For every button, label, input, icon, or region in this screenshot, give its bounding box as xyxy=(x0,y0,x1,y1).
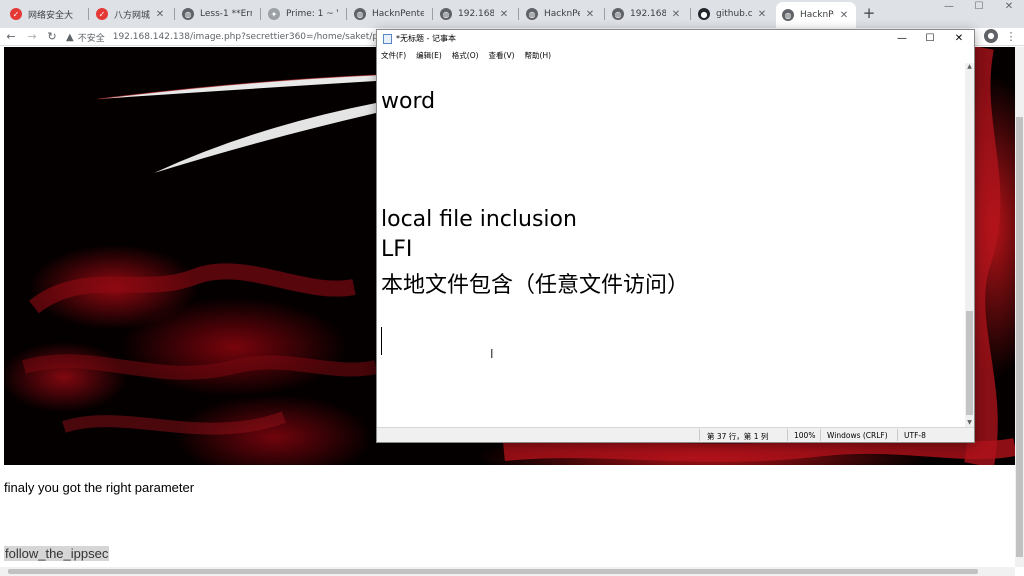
text-line: word xyxy=(381,89,436,114)
notepad-menubar: 文件(F) 编辑(E) 格式(O) 查看(V) 帮助(H) xyxy=(377,48,974,62)
scroll-thumb[interactable] xyxy=(8,569,978,574)
browser-close-button[interactable]: ✕ xyxy=(994,0,1024,14)
cursor-position: 第 37 行，第 1 列 xyxy=(707,432,769,441)
tab-title: HacknPente xyxy=(544,9,580,19)
menu-view[interactable]: 查看(V) xyxy=(489,50,515,61)
encoding: UTF-8 xyxy=(904,431,926,440)
text-caret xyxy=(381,327,382,355)
text-line: LFI xyxy=(381,237,413,262)
security-label[interactable]: 不安全 xyxy=(78,31,105,44)
menu-help[interactable]: 帮助(H) xyxy=(525,50,552,61)
notepad-window: *无标题 - 记事本 — ☐ ✕ 文件(F) 编辑(E) 格式(O) 查看(V)… xyxy=(376,29,975,443)
reload-button[interactable]: ↻ xyxy=(44,29,60,45)
menu-edit[interactable]: 编辑(E) xyxy=(416,50,442,61)
text-line: 本地文件包含（任意文件访问） xyxy=(381,273,690,298)
tab-title: 网络安全大 xyxy=(28,10,74,21)
globe-icon: ◍ xyxy=(612,8,624,20)
back-button[interactable]: ← xyxy=(3,29,19,45)
menu-format[interactable]: 格式(O) xyxy=(452,50,479,61)
url-text[interactable]: 192.168.142.138/image.php?secrettier360=… xyxy=(113,32,378,42)
tab-title: HacknPente xyxy=(372,9,424,19)
warning-icon[interactable]: ▲ xyxy=(66,32,74,43)
shield-icon: ✓ xyxy=(10,8,22,20)
close-icon[interactable]: ✕ xyxy=(498,9,510,20)
tab-9-active[interactable]: ◍ HacknPente ✕ xyxy=(776,2,856,28)
tab-title: HacknPente xyxy=(800,10,834,20)
profile-avatar[interactable]: ● xyxy=(984,29,998,43)
notepad-text-area[interactable]: word local file inclusion LFI 本地文件包含（任意文… xyxy=(377,63,965,427)
tab-3[interactable]: ✦ Prime: 1 ~ V xyxy=(262,2,344,26)
tab-title: 192.168.142 xyxy=(458,9,494,19)
notepad-maximize-button[interactable]: ☐ xyxy=(915,30,945,47)
close-icon[interactable]: ✕ xyxy=(756,9,768,20)
notepad-vertical-scrollbar[interactable]: ▲ ▼ xyxy=(965,63,974,427)
browser-menu-button[interactable]: ⋮ xyxy=(1004,28,1018,46)
page-vertical-scrollbar[interactable] xyxy=(1015,47,1024,567)
globe-icon: ◍ xyxy=(182,8,194,20)
close-icon[interactable]: ✕ xyxy=(584,9,596,20)
scroll-thumb[interactable] xyxy=(966,311,973,415)
globe-icon: ◍ xyxy=(526,8,538,20)
close-icon[interactable]: ✕ xyxy=(154,9,166,20)
ibeam-cursor-icon: I xyxy=(490,347,494,361)
globe-icon: ◍ xyxy=(354,8,366,20)
tab-1[interactable]: ✓ 八方网城 ✕ xyxy=(90,2,172,26)
highlighted-hint: follow_the_ippsec xyxy=(4,546,110,561)
tab-8[interactable]: ● github.com ✕ xyxy=(692,2,774,26)
gear-icon: ✦ xyxy=(268,8,280,20)
shield-icon: ✓ xyxy=(96,8,108,20)
tab-title: github.com xyxy=(716,9,752,19)
tab-2[interactable]: ◍ Less-1 **Err xyxy=(176,2,258,26)
line-ending: Windows (CRLF) xyxy=(827,431,888,440)
notepad-statusbar: 第 37 行，第 1 列 100% Windows (CRLF) UTF-8 xyxy=(377,427,974,442)
text-line: local file inclusion xyxy=(381,207,577,232)
tab-7[interactable]: ◍ 192.168.142 ✕ xyxy=(606,2,688,26)
close-icon[interactable]: ✕ xyxy=(670,9,682,20)
menu-file[interactable]: 文件(F) xyxy=(381,50,406,61)
browser-maximize-button[interactable]: ☐ xyxy=(964,0,994,14)
page-horizontal-scrollbar[interactable] xyxy=(0,567,1015,576)
tab-4[interactable]: ◍ HacknPente xyxy=(348,2,430,26)
scroll-up-arrow-icon[interactable]: ▲ xyxy=(965,63,974,71)
scroll-down-arrow-icon[interactable]: ▼ xyxy=(965,419,974,427)
tab-0[interactable]: ✓ 网络安全大 xyxy=(4,2,86,26)
close-icon[interactable]: ✕ xyxy=(838,10,850,21)
notepad-close-button[interactable]: ✕ xyxy=(944,30,974,47)
github-icon: ● xyxy=(698,8,710,20)
tab-title: Less-1 **Err xyxy=(200,9,252,19)
new-tab-button[interactable]: + xyxy=(860,4,878,22)
globe-icon: ◍ xyxy=(440,8,452,20)
zoom-level: 100% xyxy=(794,431,816,440)
forward-button[interactable]: → xyxy=(24,29,40,45)
browser-tab-strip: ✓ 网络安全大 ✓ 八方网城 ✕ ◍ Less-1 **Err ✦ Prime:… xyxy=(0,0,1024,28)
tab-5[interactable]: ◍ 192.168.142 ✕ xyxy=(434,2,516,26)
notepad-app-icon xyxy=(383,33,392,44)
globe-icon: ◍ xyxy=(782,9,794,21)
scroll-thumb[interactable] xyxy=(1016,117,1023,557)
page-caption: finaly you got the right parameter xyxy=(4,480,195,495)
browser-minimize-button[interactable]: — xyxy=(934,0,964,14)
notepad-minimize-button[interactable]: — xyxy=(887,30,917,47)
tab-title: 192.168.142 xyxy=(630,9,666,19)
tab-title: Prime: 1 ~ V xyxy=(286,9,338,19)
tab-title: 八方网城 xyxy=(114,10,150,21)
notepad-titlebar[interactable]: *无标题 - 记事本 xyxy=(377,30,974,47)
tab-6[interactable]: ◍ HacknPente ✕ xyxy=(520,2,602,26)
